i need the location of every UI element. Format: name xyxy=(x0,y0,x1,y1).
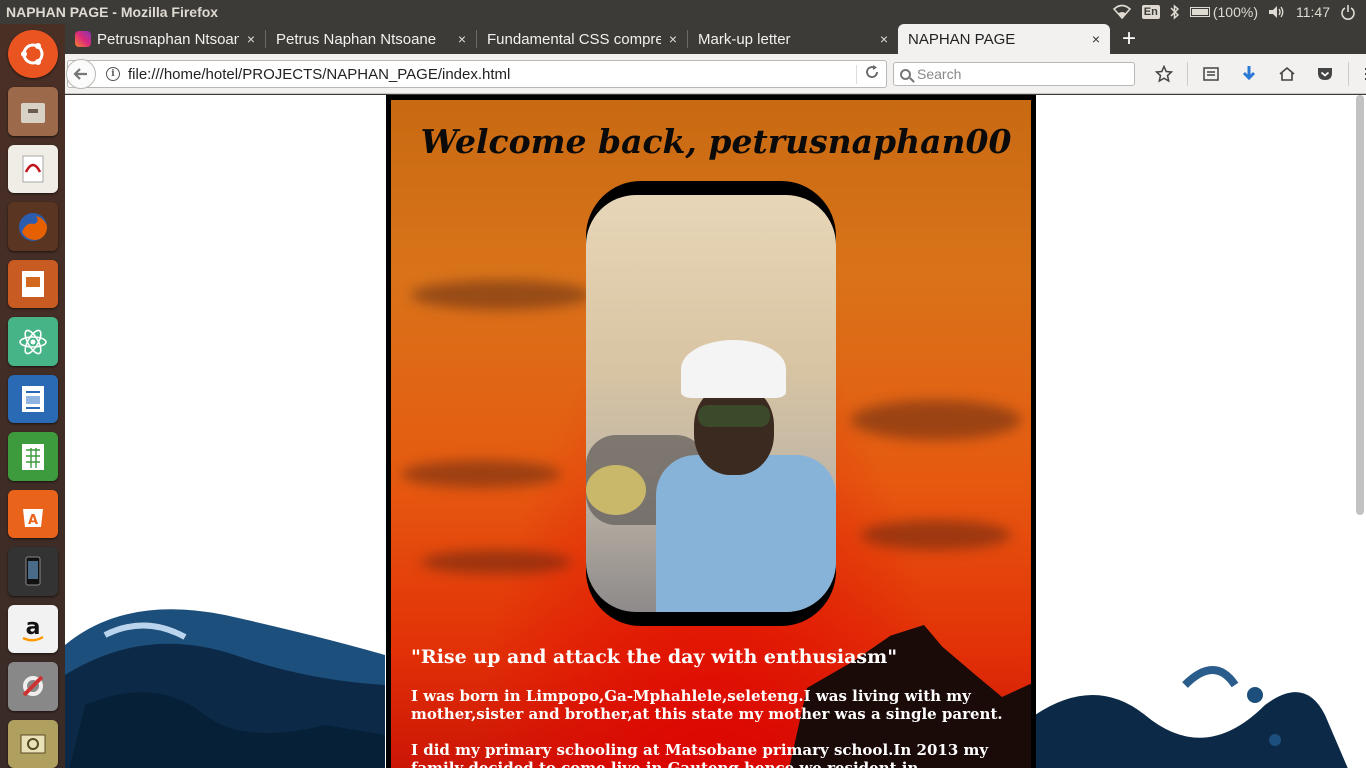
bio-paragraph: I was born in Limpopo,Ga-Mphahlele,selet… xyxy=(411,687,1003,723)
photo-flowers xyxy=(586,465,646,515)
battery-icon xyxy=(1189,7,1210,17)
battery-indicator[interactable]: (100%) xyxy=(1189,4,1258,20)
reload-icon xyxy=(865,64,878,78)
impress-icon[interactable] xyxy=(7,259,58,309)
back-arrow-icon xyxy=(73,68,87,80)
launcher: A a xyxy=(0,24,65,768)
search-icon xyxy=(900,68,911,80)
window-title: NAPHAN PAGE - Mozilla Firefox xyxy=(6,4,219,20)
cloud-decoration xyxy=(851,400,1021,440)
volume-icon[interactable] xyxy=(1268,4,1286,20)
tab-label: Petrusnaphan Ntsoane xyxy=(97,30,239,48)
search-input[interactable]: Search xyxy=(893,62,1135,86)
profile-photo xyxy=(586,195,836,612)
cloud-decoration xyxy=(861,520,1011,550)
reload-button[interactable] xyxy=(856,64,886,84)
tab-naphan-page[interactable]: NAPHAN PAGE × xyxy=(898,24,1110,54)
tab-close-icon[interactable]: × xyxy=(1092,31,1100,47)
cloud-decoration xyxy=(401,460,561,488)
tab-label: Mark-up letter xyxy=(698,30,791,48)
url-bar[interactable]: i file:///home/hotel/PROJECTS/NAPHAN_PAG… xyxy=(66,59,887,89)
files-icon[interactable] xyxy=(7,87,58,136)
site-info-icon[interactable]: i xyxy=(106,67,120,81)
svg-text:a: a xyxy=(25,615,40,640)
battery-label: (100%) xyxy=(1212,4,1258,20)
cloud-decoration xyxy=(421,550,571,574)
software-center-icon[interactable]: A xyxy=(7,489,58,539)
firefox-icon[interactable] xyxy=(7,202,58,251)
pocket-icon[interactable] xyxy=(1306,62,1344,86)
tab-close-icon[interactable]: × xyxy=(880,31,888,47)
power-icon[interactable] xyxy=(1340,4,1356,20)
atom-icon[interactable] xyxy=(7,317,58,366)
back-button[interactable] xyxy=(66,59,96,89)
wifi-icon[interactable] xyxy=(1112,4,1132,20)
image-viewer-icon[interactable] xyxy=(7,719,58,768)
reading-list-icon[interactable] xyxy=(1192,62,1230,86)
menu-icon[interactable] xyxy=(1353,62,1366,86)
tab-petrus[interactable]: Petrus Naphan Ntsoane × xyxy=(266,24,476,54)
page-viewport: Welcome back, petrusnaphan00 "Rise up an… xyxy=(65,95,1366,768)
tab-close-icon[interactable]: × xyxy=(669,31,677,47)
indicator-area: En (100%) 11:47 xyxy=(1112,4,1366,20)
tab-bar: Petrusnaphan Ntsoane × Petrus Naphan Nts… xyxy=(65,24,1366,54)
amazon-icon[interactable]: a xyxy=(7,604,58,654)
bio-paragraph: I did my primary schooling at Matsobane … xyxy=(411,741,989,768)
tab-css[interactable]: Fundamental CSS compre × xyxy=(477,24,687,54)
motto-quote: "Rise up and attack the day with enthusi… xyxy=(411,646,898,668)
download-icon[interactable] xyxy=(1230,62,1268,86)
tab-label: NAPHAN PAGE xyxy=(908,30,1016,48)
ubuntu-dash-icon[interactable] xyxy=(7,30,58,79)
page-scrollbar[interactable] xyxy=(1356,95,1364,515)
bluetooth-icon[interactable] xyxy=(1170,4,1180,20)
clock[interactable]: 11:47 xyxy=(1296,4,1330,20)
nav-bar: i file:///home/hotel/PROJECTS/NAPHAN_PAG… xyxy=(65,54,1366,94)
phone-icon[interactable] xyxy=(7,547,58,596)
svg-text:A: A xyxy=(27,513,37,528)
photo-person-sunglasses xyxy=(698,405,770,427)
photo-person-shirt xyxy=(656,455,836,612)
welcome-heading: Welcome back, petrusnaphan00 xyxy=(420,122,1012,161)
tab-markup-letter[interactable]: Mark-up letter × xyxy=(688,24,898,54)
profile-panel: Welcome back, petrusnaphan00 "Rise up an… xyxy=(386,95,1036,768)
toolbar-icons xyxy=(1145,62,1366,86)
search-placeholder: Search xyxy=(917,66,962,82)
top-panel: NAPHAN PAGE - Mozilla Firefox En (100%) … xyxy=(0,0,1366,24)
calc-icon[interactable] xyxy=(7,432,58,481)
tab-close-icon[interactable]: × xyxy=(247,31,255,47)
bookmark-star-icon[interactable] xyxy=(1145,62,1183,86)
url-text[interactable]: file:///home/hotel/PROJECTS/NAPHAN_PAGE/… xyxy=(128,66,856,83)
toolbar-separator xyxy=(1348,62,1349,86)
tab-instagram[interactable]: Petrusnaphan Ntsoane × xyxy=(65,24,265,54)
home-icon[interactable] xyxy=(1268,62,1306,86)
photo-person-cap xyxy=(681,340,786,398)
toolbar-separator xyxy=(1187,62,1188,86)
instagram-icon xyxy=(75,31,91,47)
cloud-decoration xyxy=(411,280,591,310)
profile-photo-frame xyxy=(586,181,836,626)
tab-label: Fundamental CSS compre xyxy=(487,30,661,48)
document-viewer-icon[interactable] xyxy=(7,144,58,194)
photo-person-head xyxy=(694,385,774,475)
writer-icon[interactable] xyxy=(7,374,58,424)
tab-label: Petrus Naphan Ntsoane xyxy=(276,30,437,48)
settings-icon[interactable] xyxy=(7,662,58,711)
bio-text: I was born in Limpopo,Ga-Mphahlele,selet… xyxy=(411,687,1021,768)
new-tab-button[interactable]: + xyxy=(1110,24,1148,54)
keyboard-layout-indicator[interactable]: En xyxy=(1141,5,1160,19)
tab-close-icon[interactable]: × xyxy=(458,31,466,47)
